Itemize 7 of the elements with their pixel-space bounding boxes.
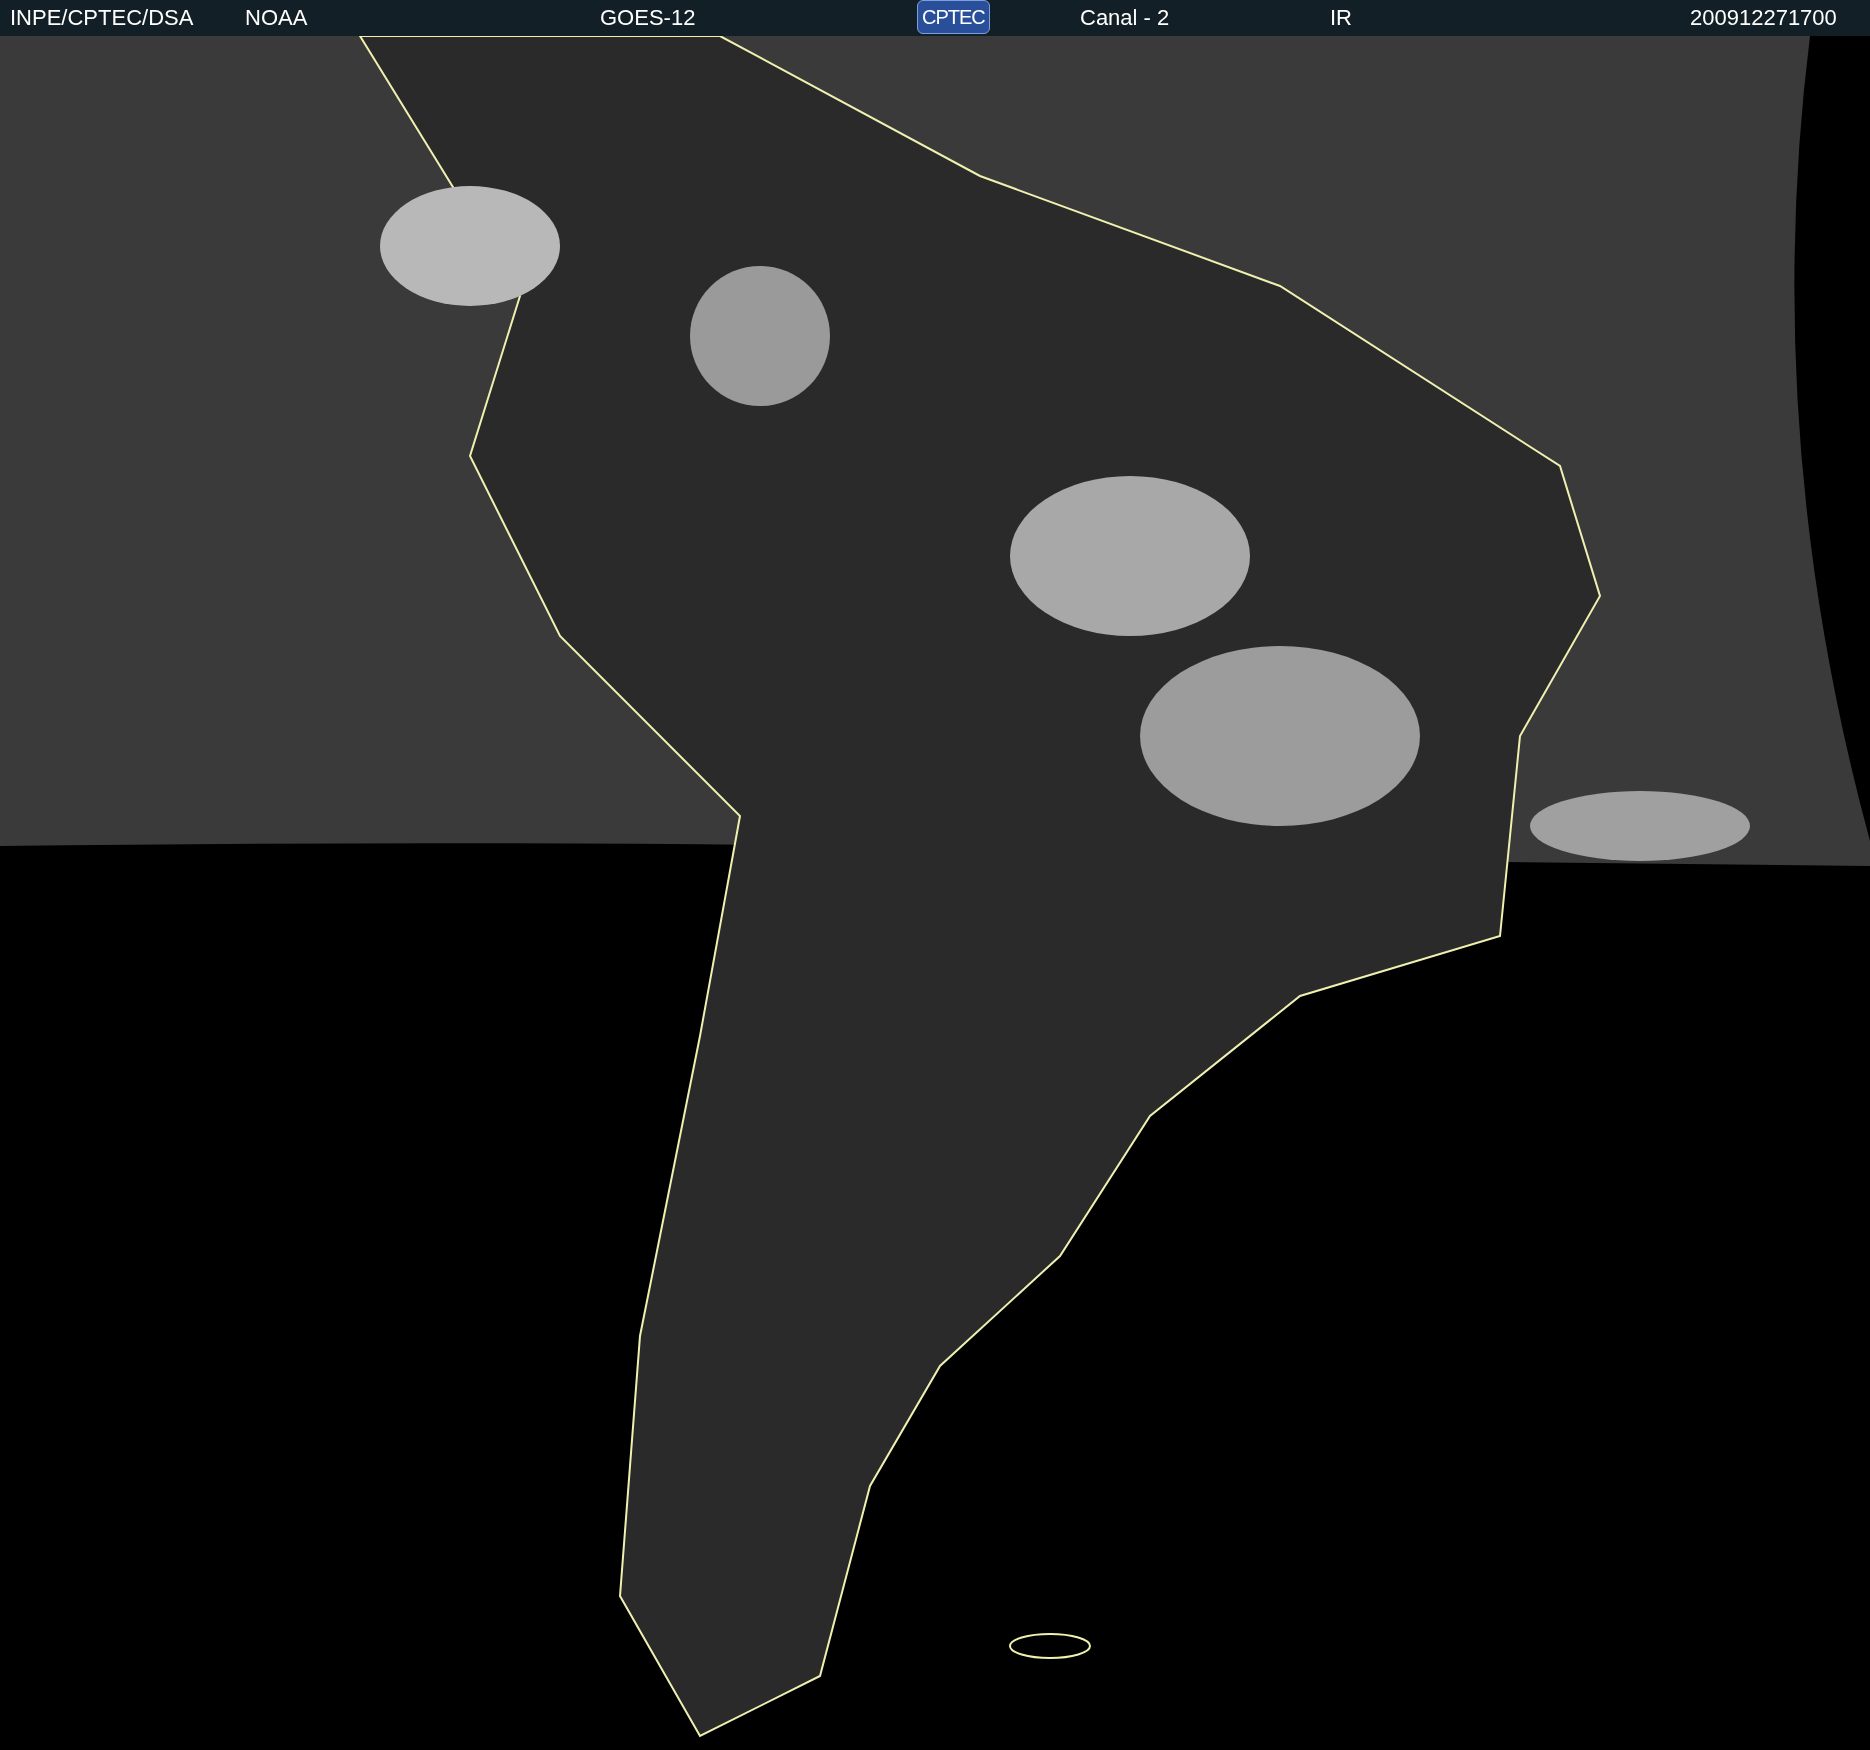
header-label: 200912271700 [1690, 4, 1837, 32]
header-label: NOAA [245, 4, 308, 32]
header-label: INPE/CPTEC/DSA [10, 4, 194, 32]
header-label: IR [1330, 4, 1352, 32]
cptec-logo: CPTEC [917, 0, 990, 34]
header-label: Canal - 2 [1080, 4, 1170, 32]
header-label: GOES-12 [600, 4, 696, 32]
